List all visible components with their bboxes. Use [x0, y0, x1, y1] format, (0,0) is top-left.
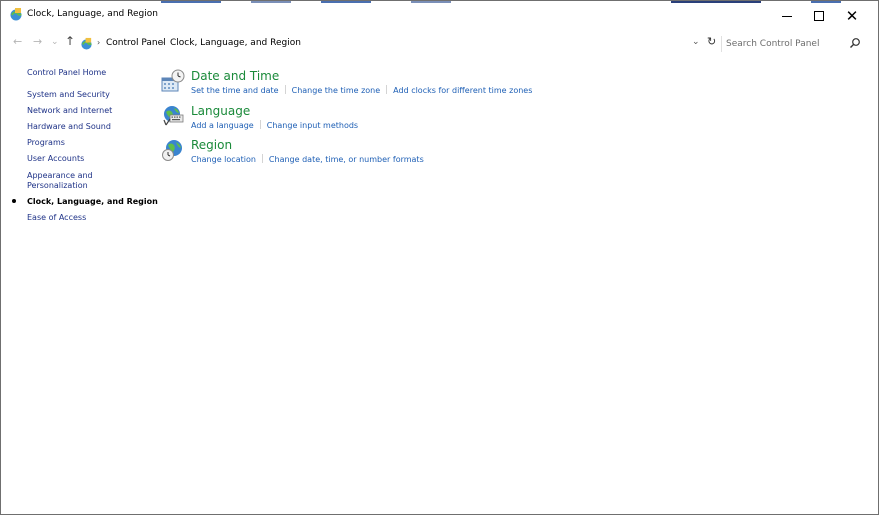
close-icon: ✕ — [845, 7, 859, 25]
search-icon[interactable] — [849, 37, 861, 49]
title-bar[interactable]: Clock, Language, and Region ✕ — [1, 1, 878, 32]
sidebar-item-control-panel-home[interactable]: Control Panel Home — [27, 68, 106, 78]
sidebar-item-appearance-personalization[interactable]: Appearance and Personalization — [27, 171, 97, 191]
sidebar-item-system-security[interactable]: System and Security — [27, 90, 110, 100]
category-title-language[interactable]: Language — [191, 104, 250, 118]
link-change-input-methods[interactable]: Change input methods — [267, 121, 358, 130]
link-separator — [386, 85, 388, 94]
forward-button[interactable]: → — [33, 35, 42, 48]
link-add-clocks[interactable]: Add clocks for different time zones — [393, 86, 532, 95]
link-separator — [259, 120, 261, 129]
minimize-icon — [782, 15, 792, 17]
sidebar-item-programs[interactable]: Programs — [27, 138, 65, 148]
link-change-location[interactable]: Change location — [191, 155, 256, 164]
link-set-time-date[interactable]: Set the time and date — [191, 86, 279, 95]
close-button[interactable]: ✕ — [837, 1, 867, 31]
current-item-bullet — [12, 199, 16, 203]
category-title-region[interactable]: Region — [191, 138, 232, 152]
control-panel-icon — [10, 8, 22, 21]
back-button[interactable]: ← — [13, 35, 22, 48]
sidebar-item-user-accounts[interactable]: User Accounts — [27, 154, 84, 164]
category-title-date-time[interactable]: Date and Time — [191, 69, 279, 83]
breadcrumb-separator-icon[interactable]: › — [161, 38, 164, 47]
up-button[interactable]: ↑ — [65, 34, 75, 48]
region-icon[interactable] — [161, 138, 185, 162]
date-time-links: Set the time and date Change the time zon… — [191, 85, 532, 95]
control-panel-window: Clock, Language, and Region ✕ ← → ⌄ ↑ › … — [0, 0, 879, 515]
language-icon[interactable] — [161, 104, 185, 128]
address-divider — [721, 36, 722, 52]
sidebar-item-network-internet[interactable]: Network and Internet — [27, 106, 112, 116]
date-time-icon[interactable] — [161, 69, 185, 93]
breadcrumb-clock-language-region[interactable]: Clock, Language, and Region — [170, 38, 301, 48]
maximize-button[interactable] — [804, 1, 834, 31]
window-title: Clock, Language, and Region — [27, 9, 158, 19]
sidebar-item-ease-of-access[interactable]: Ease of Access — [27, 213, 86, 223]
maximize-icon — [814, 11, 824, 21]
link-change-formats[interactable]: Change date, time, or number formats — [269, 155, 424, 164]
link-separator — [261, 154, 263, 163]
breadcrumb-separator-icon[interactable]: › — [284, 38, 287, 47]
link-add-language[interactable]: Add a language — [191, 121, 254, 130]
minimize-button[interactable] — [772, 1, 802, 31]
breadcrumb-control-panel[interactable]: Control Panel — [106, 38, 166, 48]
search-input[interactable] — [726, 37, 851, 51]
address-row: ← → ⌄ ↑ › Control Panel › Clock, Languag… — [1, 33, 878, 55]
address-dropdown-icon[interactable]: ⌄ — [692, 37, 700, 47]
link-change-time-zone[interactable]: Change the time zone — [292, 86, 381, 95]
control-panel-icon — [81, 37, 92, 50]
sidebar-item-hardware-sound[interactable]: Hardware and Sound — [27, 122, 111, 132]
recent-locations-button[interactable]: ⌄ — [51, 37, 59, 47]
region-links: Change location Change date, time, or num… — [191, 154, 424, 164]
refresh-icon[interactable]: ↻ — [707, 35, 716, 48]
sidebar-item-clock-language-region: Clock, Language, and Region — [27, 197, 158, 206]
breadcrumb-separator-icon[interactable]: › — [97, 38, 100, 47]
link-separator — [284, 85, 286, 94]
language-links: Add a language Change input methods — [191, 120, 358, 130]
